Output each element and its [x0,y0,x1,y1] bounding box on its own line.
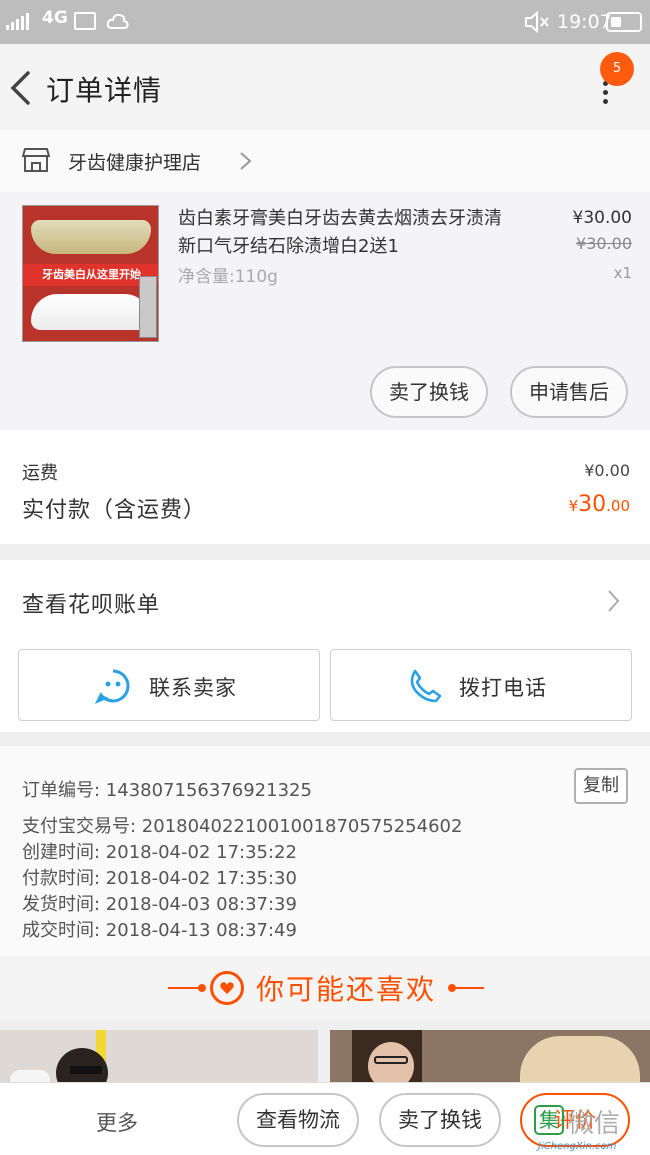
paid-value: ¥30.00 [540,492,630,517]
product-quantity: x1 [613,264,632,282]
recommend-header: 你可能还喜欢 [0,956,650,1020]
huabei-section: 查看花呗账单 联系卖家 拨打电话 [0,560,650,732]
shop-icon [22,148,50,172]
sell-for-cash-button[interactable]: 卖了换钱 [379,1093,501,1147]
phone-icon [410,669,442,703]
contact-seller-label: 联系卖家 [149,676,237,700]
product-price: ¥30.00 [572,208,632,228]
divider-line-left [168,987,200,989]
huabei-bill-link[interactable]: 查看花呗账单 [22,587,160,619]
page-title: 订单详情 [46,74,163,107]
divider-dot-left [198,984,206,992]
view-logistics-button[interactable]: 查看物流 [237,1093,359,1147]
heart-icon [210,971,244,1005]
chevron-right-icon [608,590,620,612]
mute-icon [525,10,549,34]
recommend-item-image[interactable] [330,1030,650,1090]
signal-icon [6,12,32,30]
toothpaste-tube-image [139,276,157,338]
chat-smile-icon [95,669,130,704]
alipay-trade-number: 支付宝交易号: 2018040221001001870575254602 [22,816,463,837]
paid-label: 实付款（含运费） [22,498,207,523]
watermark-badge: 集 [534,1105,564,1135]
sell-for-cash-button[interactable]: 卖了换钱 [370,366,488,418]
shipping-value: ¥0.00 [584,461,630,480]
clock: 19:07 [557,11,612,33]
status-bar: 4G 19:07 [0,0,650,44]
back-arrow-icon[interactable] [8,70,38,106]
more-button[interactable]: 更多 [96,1107,138,1137]
recommend-title: 你可能还喜欢 [256,973,437,1006]
shipped-time: 发货时间: 2018-04-03 08:37:39 [22,894,297,915]
chevron-right-icon [240,152,252,170]
payment-summary: 运费 ¥0.00 实付款（含运费） ¥30.00 [0,430,650,544]
shipping-label: 运费 [22,463,58,484]
cloud-icon [106,13,129,29]
after-teeth-image [31,294,151,330]
recommend-item-image[interactable] [0,1030,318,1090]
before-teeth-image [31,220,151,254]
call-phone-label: 拨打电话 [459,676,547,700]
nav-bar: 订单详情 5 [0,44,650,130]
product-card[interactable]: 牙齿美白从这里开始 齿白素牙膏美白牙齿去黄去烟渍去牙渍清新口气牙结石除渍增白2送… [0,192,650,430]
watermark-url: JiChengXin.com [538,1141,617,1152]
image-notification-icon [74,12,96,30]
watermark-text: 微信 [568,1109,621,1139]
original-price: ¥30.00 [576,234,632,253]
battery-icon [606,12,642,32]
product-spec: 净含量:110g [178,267,278,287]
divider-line-right [452,987,484,989]
contact-seller-button[interactable]: 联系卖家 [18,649,320,721]
product-title[interactable]: 齿白素牙膏美白牙齿去黄去烟渍去牙渍清新口气牙结石除渍增白2送1 [178,205,508,261]
order-info-section: 订单编号: 143807156376921325 复制 支付宝交易号: 2018… [0,746,650,956]
completed-time: 成交时间: 2018-04-13 08:37:49 [22,920,297,941]
network-type: 4G [42,8,68,28]
product-thumbnail[interactable]: 牙齿美白从这里开始 [22,205,159,342]
copy-button[interactable]: 复制 [574,768,628,804]
store-row[interactable]: 牙齿健康护理店 [0,130,650,192]
call-phone-button[interactable]: 拨打电话 [330,649,632,721]
created-time: 创建时间: 2018-04-02 17:35:22 [22,842,297,863]
store-name[interactable]: 牙齿健康护理店 [68,148,201,175]
paid-integer: 30 [578,492,607,517]
paid-currency: ¥ [568,497,579,515]
paid-decimal: .00 [606,497,630,515]
order-number: 订单编号: 143807156376921325 [22,780,312,801]
message-badge: 5 [600,52,634,86]
paid-time: 付款时间: 2018-04-02 17:35:30 [22,868,297,889]
after-sale-button[interactable]: 申请售后 [510,366,628,418]
watermark: 集 微信 JiChengXin.com [534,1103,650,1155]
